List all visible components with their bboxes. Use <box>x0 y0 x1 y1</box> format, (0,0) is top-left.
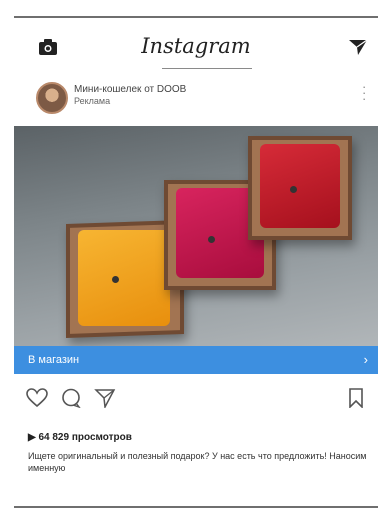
post-caption: Ищете оригинальный и полезный подарок? У… <box>28 451 367 473</box>
heart-icon[interactable] <box>26 388 48 408</box>
top-navigation-bar: Instagram <box>14 18 378 72</box>
shop-button-label: В магазин <box>28 354 80 366</box>
post-image[interactable] <box>14 126 378 346</box>
direct-send-icon[interactable] <box>348 38 368 56</box>
views-count[interactable]: ▶ 64 829 просмотров <box>28 432 132 443</box>
orange-wallet <box>78 230 170 326</box>
wallet-snap <box>290 186 297 193</box>
account-name[interactable]: Мини-кошелек от DOOB <box>74 84 186 95</box>
logo-underline <box>162 68 252 69</box>
wallet-snap <box>208 236 215 243</box>
sponsored-label: Реклама <box>74 96 111 106</box>
chevron-right-icon: › <box>363 352 368 367</box>
red-wallet <box>260 144 340 228</box>
share-icon[interactable] <box>94 388 116 408</box>
instagram-logo: Instagram <box>141 34 251 58</box>
shop-now-button[interactable]: В магазин › <box>14 346 378 374</box>
avatar[interactable] <box>36 82 68 114</box>
instagram-post-frame: Instagram Мини-кошелек от DOOB Реклама ·… <box>14 16 378 508</box>
bookmark-icon[interactable] <box>348 388 364 408</box>
comment-icon[interactable] <box>60 388 82 408</box>
more-options-icon[interactable]: · · · <box>362 80 366 105</box>
wallet-snap <box>112 276 119 283</box>
post-actions <box>14 388 378 414</box>
post-header: Мини-кошелек от DOOB Реклама · · · <box>14 78 378 124</box>
